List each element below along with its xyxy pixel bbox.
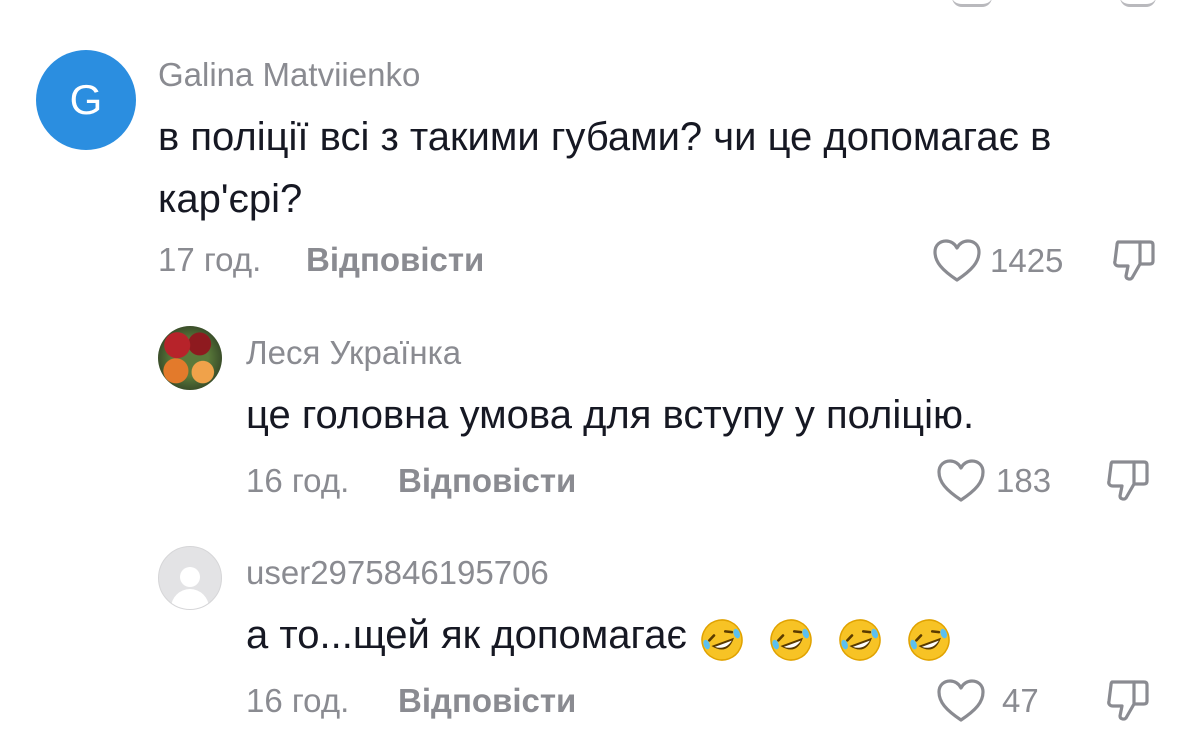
heart-icon[interactable]: [936, 678, 986, 724]
avatar-body-shape: [171, 589, 209, 609]
comment-reply-item: Леся Українка це головна умова для вступ…: [0, 300, 1200, 520]
heart-icon[interactable]: [936, 458, 986, 504]
like-count: 183: [996, 462, 1052, 499]
reply-button[interactable]: Відповісти: [398, 682, 576, 720]
heart-icon[interactable]: [932, 238, 982, 284]
comment-text: а то...щей як допомагає: [246, 604, 952, 668]
reply-button[interactable]: Відповісти: [398, 462, 576, 500]
comment-timestamp: 16 год.: [246, 682, 350, 719]
rolling-on-floor-laughing-icon: [839, 619, 881, 661]
rolling-on-floor-laughing-icon: [770, 619, 812, 661]
comment-timestamp: 17 год.: [158, 241, 262, 278]
comment-text: це головна умова для вступу у поліцію.: [246, 393, 975, 437]
comment-text: в поліції всі з такими губами? чи це доп…: [158, 106, 1158, 230]
comment-item: G Galina Matviienko в поліції всі з таки…: [0, 0, 1200, 300]
avatar-head-shape: [180, 567, 200, 587]
avatar[interactable]: [158, 326, 222, 390]
rolling-on-floor-laughing-icon: [908, 619, 950, 661]
thumbs-down-icon[interactable]: [1104, 456, 1152, 504]
comment-username[interactable]: user2975846195706: [246, 554, 549, 592]
avatar-placeholder-icon[interactable]: [158, 546, 222, 610]
like-count: 47: [1002, 682, 1039, 719]
avatar-letter: G: [69, 76, 103, 123]
reply-button[interactable]: Відповісти: [306, 241, 484, 279]
emoji-row: [687, 606, 952, 668]
avatar[interactable]: G: [36, 50, 136, 150]
like-count: 1425: [990, 242, 1064, 279]
thumbs-down-icon[interactable]: [1110, 236, 1158, 284]
rolling-on-floor-laughing-icon: [701, 619, 743, 661]
comment-text-body: а то...щей як допомагає: [246, 613, 687, 657]
comment-username[interactable]: Леся Українка: [246, 334, 461, 372]
comment-text-line: в поліції всі з такими губами? чи це доп…: [158, 115, 1052, 159]
thumbs-down-icon[interactable]: [1104, 676, 1152, 724]
comment-text-line: кар'єрі?: [158, 177, 303, 221]
comment-reply-item: user2975846195706 а то...щей як допомага…: [0, 520, 1200, 730]
comment-username[interactable]: Galina Matviienko: [158, 56, 420, 94]
comment-timestamp: 16 год.: [246, 462, 350, 499]
